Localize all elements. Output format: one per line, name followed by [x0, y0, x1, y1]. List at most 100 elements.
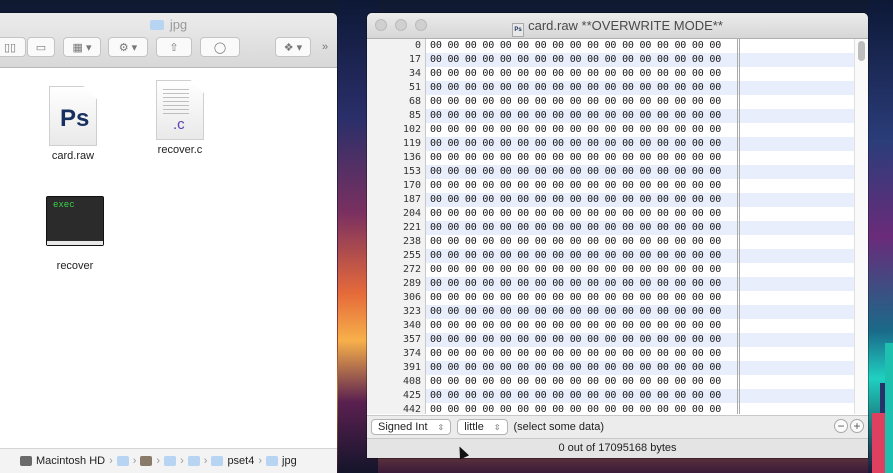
hex-row[interactable]: 289 00 00 00 00 00 00 00 00 00 00 00 00 0… [367, 277, 868, 291]
hex-row[interactable]: 255 00 00 00 00 00 00 00 00 00 00 00 00 0… [367, 249, 868, 263]
ascii-column[interactable] [740, 291, 860, 305]
ascii-column[interactable] [740, 137, 860, 151]
hex-bytes[interactable]: 00 00 00 00 00 00 00 00 00 00 00 00 00 0… [426, 361, 740, 375]
hex-row[interactable]: 408 00 00 00 00 00 00 00 00 00 00 00 00 0… [367, 375, 868, 389]
ascii-column[interactable] [740, 123, 860, 137]
file-item-recover-c[interactable]: .c recover.c [145, 80, 215, 156]
hex-row[interactable]: 323 00 00 00 00 00 00 00 00 00 00 00 00 0… [367, 305, 868, 319]
file-item-recover[interactable]: exec recover [40, 196, 110, 272]
ascii-column[interactable] [740, 151, 860, 165]
ascii-column[interactable] [740, 53, 860, 67]
hex-row[interactable]: 119 00 00 00 00 00 00 00 00 00 00 00 00 0… [367, 137, 868, 151]
hex-bytes[interactable]: 00 00 00 00 00 00 00 00 00 00 00 00 00 0… [426, 277, 740, 291]
path-segment[interactable] [116, 456, 129, 466]
add-row-button[interactable]: + [850, 419, 864, 433]
ascii-column[interactable] [740, 375, 860, 389]
hex-row[interactable]: 391 00 00 00 00 00 00 00 00 00 00 00 00 0… [367, 361, 868, 375]
hex-row[interactable]: 136 00 00 00 00 00 00 00 00 00 00 00 00 0… [367, 151, 868, 165]
hex-row[interactable]: 68 00 00 00 00 00 00 00 00 00 00 00 00 00… [367, 95, 868, 109]
hex-bytes[interactable]: 00 00 00 00 00 00 00 00 00 00 00 00 00 0… [426, 165, 740, 179]
path-segment[interactable]: Macintosh HD [20, 455, 105, 467]
endianness-select[interactable]: little ⇳ [457, 419, 508, 435]
ascii-column[interactable] [740, 221, 860, 235]
hex-row[interactable]: 187 00 00 00 00 00 00 00 00 00 00 00 00 0… [367, 193, 868, 207]
hex-row[interactable]: 102 00 00 00 00 00 00 00 00 00 00 00 00 0… [367, 123, 868, 137]
hex-row[interactable]: 153 00 00 00 00 00 00 00 00 00 00 00 00 0… [367, 165, 868, 179]
hex-bytes[interactable]: 00 00 00 00 00 00 00 00 00 00 00 00 00 0… [426, 67, 740, 81]
hex-row[interactable]: 221 00 00 00 00 00 00 00 00 00 00 00 00 0… [367, 221, 868, 235]
hex-bytes[interactable]: 00 00 00 00 00 00 00 00 00 00 00 00 00 0… [426, 137, 740, 151]
remove-row-button[interactable]: − [834, 419, 848, 433]
hex-bytes[interactable]: 00 00 00 00 00 00 00 00 00 00 00 00 00 0… [426, 235, 740, 249]
path-segment[interactable] [140, 456, 153, 466]
tag-button[interactable]: ◯ [200, 37, 240, 57]
ascii-column[interactable] [740, 165, 860, 179]
hex-bytes[interactable]: 00 00 00 00 00 00 00 00 00 00 00 00 00 0… [426, 123, 740, 137]
toolbar-overflow-button[interactable]: » [316, 37, 334, 57]
ascii-column[interactable] [740, 235, 860, 249]
hex-bytes[interactable]: 00 00 00 00 00 00 00 00 00 00 00 00 00 0… [426, 263, 740, 277]
ascii-column[interactable] [740, 81, 860, 95]
dropbox-button[interactable]: ❖ ▾ [275, 37, 311, 57]
hex-bytes[interactable]: 00 00 00 00 00 00 00 00 00 00 00 00 00 0… [426, 39, 740, 53]
hex-row[interactable]: 374 00 00 00 00 00 00 00 00 00 00 00 00 0… [367, 347, 868, 361]
ascii-column[interactable] [740, 67, 860, 81]
hex-row[interactable]: 34 00 00 00 00 00 00 00 00 00 00 00 00 00… [367, 67, 868, 81]
hex-bytes[interactable]: 00 00 00 00 00 00 00 00 00 00 00 00 00 0… [426, 53, 740, 67]
share-button[interactable]: ⇧ [156, 37, 192, 57]
hex-grid[interactable]: 0 00 00 00 00 00 00 00 00 00 00 00 00 00 … [367, 39, 868, 414]
path-segment[interactable]: jpg [266, 455, 297, 467]
hex-row[interactable]: 272 00 00 00 00 00 00 00 00 00 00 00 00 0… [367, 263, 868, 277]
hex-row[interactable]: 51 00 00 00 00 00 00 00 00 00 00 00 00 00… [367, 81, 868, 95]
ascii-column[interactable] [740, 109, 860, 123]
hex-bytes[interactable]: 00 00 00 00 00 00 00 00 00 00 00 00 00 0… [426, 333, 740, 347]
hex-row[interactable]: 0 00 00 00 00 00 00 00 00 00 00 00 00 00 … [367, 39, 868, 53]
column-view-button[interactable]: ▯▯ [0, 37, 26, 57]
hex-bytes[interactable]: 00 00 00 00 00 00 00 00 00 00 00 00 00 0… [426, 305, 740, 319]
hex-bytes[interactable]: 00 00 00 00 00 00 00 00 00 00 00 00 00 0… [426, 151, 740, 165]
action-gear-button[interactable]: ⚙ ▾ [108, 37, 148, 57]
hex-row[interactable]: 85 00 00 00 00 00 00 00 00 00 00 00 00 00… [367, 109, 868, 123]
file-item-card-raw[interactable]: Ps card.raw [38, 86, 108, 162]
ascii-column[interactable] [740, 39, 860, 53]
hex-row[interactable]: 238 00 00 00 00 00 00 00 00 00 00 00 00 0… [367, 235, 868, 249]
hex-bytes[interactable]: 00 00 00 00 00 00 00 00 00 00 00 00 00 0… [426, 403, 740, 414]
hex-bytes[interactable]: 00 00 00 00 00 00 00 00 00 00 00 00 00 0… [426, 95, 740, 109]
hex-bytes[interactable]: 00 00 00 00 00 00 00 00 00 00 00 00 00 0… [426, 109, 740, 123]
hex-row[interactable]: 425 00 00 00 00 00 00 00 00 00 00 00 00 0… [367, 389, 868, 403]
ascii-column[interactable] [740, 179, 860, 193]
path-segment[interactable]: pset4 [211, 455, 254, 467]
hex-bytes[interactable]: 00 00 00 00 00 00 00 00 00 00 00 00 00 0… [426, 193, 740, 207]
ascii-column[interactable] [740, 333, 860, 347]
hex-row[interactable]: 306 00 00 00 00 00 00 00 00 00 00 00 00 0… [367, 291, 868, 305]
hex-bytes[interactable]: 00 00 00 00 00 00 00 00 00 00 00 00 00 0… [426, 81, 740, 95]
hex-row[interactable]: 17 00 00 00 00 00 00 00 00 00 00 00 00 00… [367, 53, 868, 67]
cover-flow-button[interactable]: ▭ [27, 37, 55, 57]
hex-row[interactable]: 170 00 00 00 00 00 00 00 00 00 00 00 00 0… [367, 179, 868, 193]
ascii-column[interactable] [740, 319, 860, 333]
hex-row[interactable]: 357 00 00 00 00 00 00 00 00 00 00 00 00 0… [367, 333, 868, 347]
ascii-column[interactable] [740, 403, 860, 414]
hex-bytes[interactable]: 00 00 00 00 00 00 00 00 00 00 00 00 00 0… [426, 179, 740, 193]
ascii-column[interactable] [740, 249, 860, 263]
hex-bytes[interactable]: 00 00 00 00 00 00 00 00 00 00 00 00 00 0… [426, 347, 740, 361]
type-select[interactable]: Signed Int ⇳ [371, 419, 452, 435]
ascii-column[interactable] [740, 361, 860, 375]
hex-bytes[interactable]: 00 00 00 00 00 00 00 00 00 00 00 00 00 0… [426, 221, 740, 235]
vertical-scrollbar[interactable] [854, 39, 868, 414]
hex-row[interactable]: 442 00 00 00 00 00 00 00 00 00 00 00 00 0… [367, 403, 868, 414]
hex-bytes[interactable]: 00 00 00 00 00 00 00 00 00 00 00 00 00 0… [426, 249, 740, 263]
hex-bytes[interactable]: 00 00 00 00 00 00 00 00 00 00 00 00 00 0… [426, 291, 740, 305]
ascii-column[interactable] [740, 95, 860, 109]
hex-row[interactable]: 204 00 00 00 00 00 00 00 00 00 00 00 00 0… [367, 207, 868, 221]
hex-bytes[interactable]: 00 00 00 00 00 00 00 00 00 00 00 00 00 0… [426, 319, 740, 333]
hex-bytes[interactable]: 00 00 00 00 00 00 00 00 00 00 00 00 00 0… [426, 389, 740, 403]
path-segment[interactable] [187, 456, 200, 466]
ascii-column[interactable] [740, 277, 860, 291]
hex-row[interactable]: 340 00 00 00 00 00 00 00 00 00 00 00 00 0… [367, 319, 868, 333]
ascii-column[interactable] [740, 389, 860, 403]
scrollbar-thumb[interactable] [858, 41, 865, 61]
ascii-column[interactable] [740, 193, 860, 207]
hex-bytes[interactable]: 00 00 00 00 00 00 00 00 00 00 00 00 00 0… [426, 375, 740, 389]
ascii-column[interactable] [740, 263, 860, 277]
